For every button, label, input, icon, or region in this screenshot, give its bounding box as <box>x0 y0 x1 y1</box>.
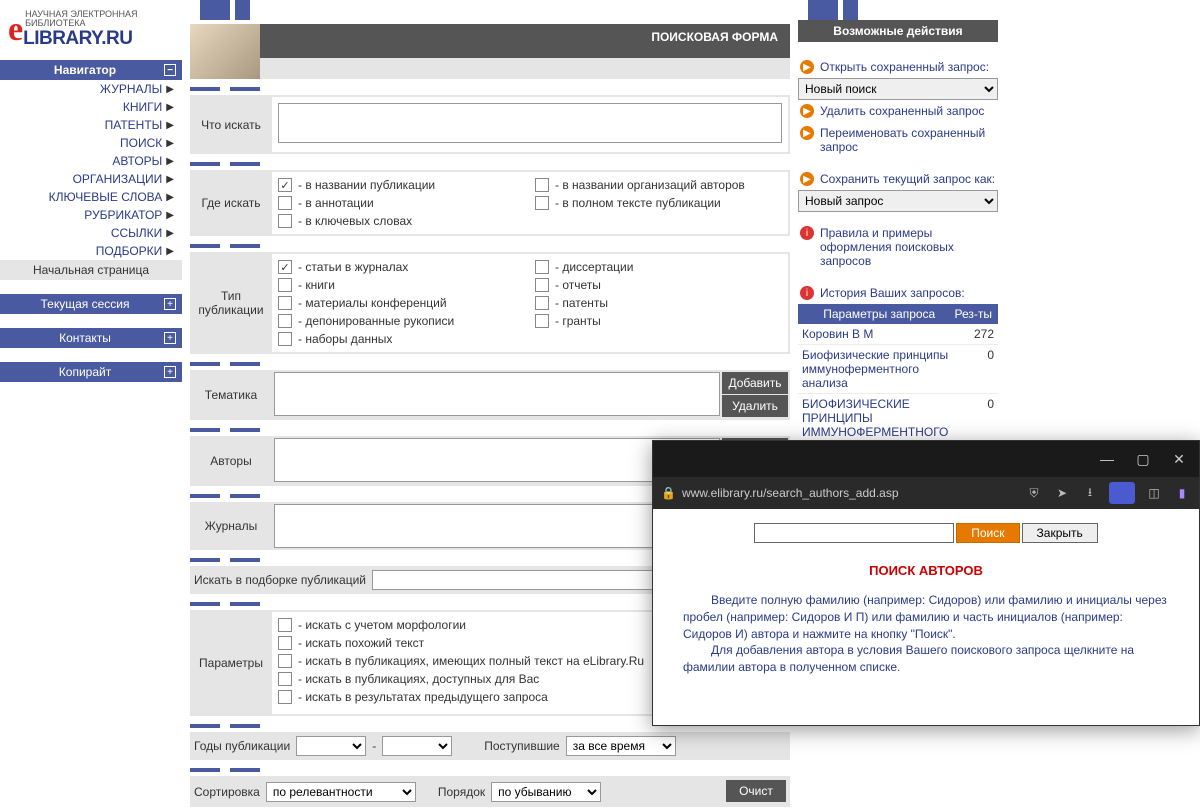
author-search-input[interactable] <box>754 523 954 543</box>
history-row[interactable]: Биофизические принципы иммуноферментного… <box>798 345 998 394</box>
tema-listbox[interactable] <box>274 372 720 416</box>
minimize-button[interactable]: — <box>1093 447 1121 471</box>
tema-add-button[interactable]: Добавить <box>722 372 788 394</box>
actions-header: Возможные действия <box>798 20 998 42</box>
cube-icon[interactable]: ◫ <box>1145 484 1163 502</box>
checkbox[interactable] <box>535 260 549 274</box>
nav-item[interactable]: АВТОРЫ▶ <box>0 152 182 170</box>
checkbox[interactable] <box>535 278 549 292</box>
popup-close-button[interactable]: Закрыть <box>1022 523 1098 543</box>
label-type: Тип публикации <box>190 252 272 354</box>
popup-instruction-2: Для добавления автора в условия Вашего п… <box>683 642 1169 676</box>
page-title: ПОИСКОВАЯ ФОРМА <box>260 24 790 58</box>
save-query-select[interactable]: Новый запрос <box>798 190 998 212</box>
checkbox[interactable] <box>278 618 292 632</box>
nav-item[interactable]: ПОИСК▶ <box>0 134 182 152</box>
author-search-popup: — ▢ ✕ 🔒 www.elibrary.ru/search_authors_a… <box>652 440 1200 726</box>
shield-icon[interactable]: ⛨ <box>1025 484 1043 502</box>
info-icon: i <box>800 286 814 300</box>
close-button[interactable]: ✕ <box>1165 447 1193 471</box>
clear-button[interactable]: Очист <box>726 780 786 802</box>
info-icon: i <box>800 226 814 240</box>
lock-icon: 🔒 <box>661 486 676 500</box>
checkbox[interactable] <box>278 654 292 668</box>
nav-item[interactable]: ССЫЛКИ▶ <box>0 224 182 242</box>
checkbox[interactable] <box>278 278 292 292</box>
label-sort: Сортировка <box>194 785 260 799</box>
nav-item[interactable]: КНИГИ▶ <box>0 98 182 116</box>
nav-item[interactable]: ПАТЕНТЫ▶ <box>0 116 182 134</box>
arrow-icon: ▶ <box>800 126 814 140</box>
year-from-select[interactable] <box>296 736 366 756</box>
history-header: Параметры запроса Рез-ты <box>798 304 998 324</box>
label-subset: Искать в подборке публикаций <box>194 573 366 587</box>
checkbox[interactable] <box>535 296 549 310</box>
received-select[interactable]: за все время <box>566 736 676 756</box>
download-icon[interactable]: ⭳ <box>1081 484 1099 502</box>
side-button[interactable]: Копирайт+ <box>0 362 182 382</box>
saved-query-select[interactable]: Новый поиск <box>798 78 998 100</box>
side-button[interactable]: Контакты+ <box>0 328 182 348</box>
checkbox[interactable] <box>278 214 292 228</box>
checkbox[interactable] <box>278 296 292 310</box>
label-authors: Авторы <box>190 436 272 486</box>
label-what: Что искать <box>190 95 272 154</box>
action-open[interactable]: Открыть сохраненный запрос: <box>820 60 989 74</box>
menu-icon[interactable]: ▮ <box>1173 484 1191 502</box>
checkbox[interactable] <box>278 314 292 328</box>
label-years: Годы публикации <box>194 739 290 753</box>
action-history[interactable]: История Ваших запросов: <box>820 286 965 300</box>
label-params: Параметры <box>190 610 272 716</box>
checkbox[interactable] <box>278 260 292 274</box>
send-icon[interactable]: ➤ <box>1053 484 1071 502</box>
checkbox[interactable] <box>278 636 292 650</box>
popup-titlebar: — ▢ ✕ <box>653 441 1199 477</box>
arrow-icon: ▶ <box>800 60 814 74</box>
popup-title: ПОИСК АВТОРОВ <box>683 563 1169 578</box>
action-rename[interactable]: Переименовать сохраненный запрос <box>820 126 996 154</box>
query-input[interactable] <box>278 103 782 143</box>
nav-item[interactable]: ОРГАНИЗАЦИИ▶ <box>0 170 182 188</box>
nav-item[interactable]: ПОДБОРКИ▶ <box>0 242 182 260</box>
action-rules[interactable]: Правила и примеры оформления поисковых з… <box>820 226 996 268</box>
popup-url: www.elibrary.ru/search_authors_add.asp <box>682 486 899 500</box>
nav-header: Навигатор − <box>0 60 182 80</box>
tema-del-button[interactable]: Удалить <box>722 395 788 417</box>
checkbox[interactable] <box>278 178 292 192</box>
action-save[interactable]: Сохранить текущий запрос как: <box>820 172 995 186</box>
checkbox[interactable] <box>535 314 549 328</box>
checkbox[interactable] <box>535 196 549 210</box>
arrow-icon: ▶ <box>800 104 814 118</box>
nav-item[interactable]: РУБРИКАТОР▶ <box>0 206 182 224</box>
year-to-select[interactable] <box>382 736 452 756</box>
side-button[interactable]: Текущая сессия+ <box>0 294 182 314</box>
popup-toolbar: 🔒 www.elibrary.ru/search_authors_add.asp… <box>653 477 1199 509</box>
checkbox[interactable] <box>278 196 292 210</box>
cart-icon[interactable] <box>1109 482 1135 504</box>
checkbox[interactable] <box>278 332 292 346</box>
maximize-button[interactable]: ▢ <box>1129 447 1157 471</box>
logo[interactable]: e НАУЧНАЯ ЭЛЕКТРОННАЯ БИБЛИОТЕКА LIBRARY… <box>0 0 182 60</box>
label-journals: Журналы <box>190 502 272 550</box>
sort-select[interactable]: по релевантности <box>266 782 416 802</box>
checkbox[interactable] <box>535 178 549 192</box>
order-select[interactable]: по убыванию <box>491 782 601 802</box>
checkbox[interactable] <box>278 690 292 704</box>
nav-item[interactable]: ЖУРНАЛЫ▶ <box>0 80 182 98</box>
label-where: Где искать <box>190 170 272 236</box>
nav-item[interactable]: КЛЮЧЕВЫЕ СЛОВА▶ <box>0 188 182 206</box>
label-received: Поступившие <box>484 739 560 753</box>
popup-instruction-1: Введите полную фамилию (например: Сидоро… <box>683 592 1169 642</box>
label-tema: Тематика <box>190 370 272 420</box>
nav-home[interactable]: Начальная страница <box>0 260 182 280</box>
header-photo <box>190 24 260 79</box>
arrow-icon: ▶ <box>800 172 814 186</box>
action-delete[interactable]: Удалить сохраненный запрос <box>820 104 984 118</box>
nav-collapse-icon[interactable]: − <box>164 64 176 76</box>
checkbox[interactable] <box>278 672 292 686</box>
popup-search-button[interactable]: Поиск <box>956 523 1019 543</box>
label-order: Порядок <box>438 785 485 799</box>
history-row[interactable]: Коровин В М272 <box>798 324 998 345</box>
